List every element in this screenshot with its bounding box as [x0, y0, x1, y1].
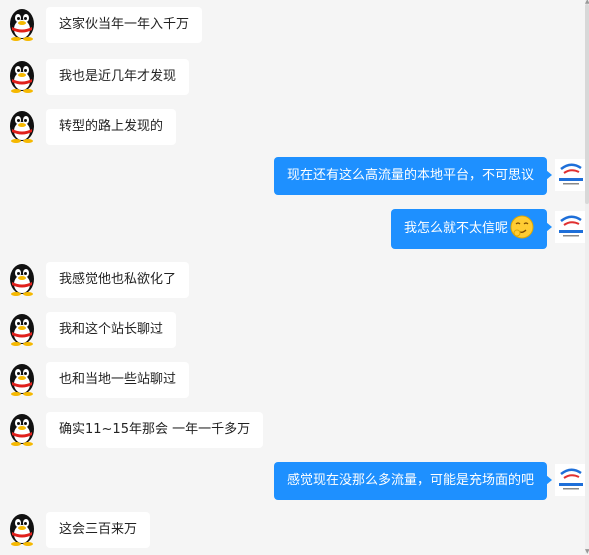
message-bubble[interactable]: 也和当地一些站聊过 — [46, 362, 190, 398]
message-bubble[interactable]: 现在还有这么高流量的本地平台，不可思议 — [273, 157, 553, 195]
message-bubble[interactable]: 这会三百来万 — [46, 512, 151, 548]
penguin-avatar-icon[interactable] — [7, 512, 37, 546]
chat-message-list: 这家伙当年一年入千万 我也是近几年才发现 转型的路上发现的 现在还有这么高流量的… — [0, 0, 589, 554]
penguin-avatar-icon[interactable] — [7, 59, 37, 93]
message-row: 我感觉他也私欲化了 — [0, 260, 589, 300]
penguin-avatar-icon[interactable] — [7, 412, 37, 446]
message-row: 这家伙当年一年入千万 — [0, 5, 589, 45]
message-row: 我和这个站长聊过 — [0, 310, 589, 350]
scroll-down-arrow-icon[interactable]: ▼ — [585, 549, 589, 555]
message-row: 转型的路上发现的 — [0, 107, 589, 147]
penguin-avatar-icon[interactable] — [7, 262, 37, 296]
message-row: 我怎么就不太信呢 — [0, 207, 589, 249]
message-row: 这会三百来万 — [0, 510, 589, 550]
penguin-avatar-icon[interactable] — [7, 109, 37, 143]
company-logo-avatar-icon[interactable] — [555, 159, 587, 191]
penguin-avatar-icon[interactable] — [7, 362, 37, 396]
message-row: 现在还有这么高流量的本地平台，不可思议 — [0, 155, 589, 195]
message-bubble[interactable]: 我怎么就不太信呢 — [390, 209, 553, 249]
message-bubble[interactable]: 确实11~15年那会 一年一千多万 — [46, 412, 264, 448]
penguin-avatar-icon[interactable] — [7, 312, 37, 346]
message-row: 感觉现在没那么多流量，可能是充场面的吧 — [0, 460, 589, 500]
vertical-scrollbar[interactable]: ▲ ▼ — [585, 0, 589, 555]
message-text: 我怎么就不太信呢 — [403, 221, 508, 236]
message-bubble[interactable]: 转型的路上发现的 — [46, 109, 177, 145]
company-logo-avatar-icon[interactable] — [555, 211, 587, 243]
company-logo-avatar-icon[interactable] — [555, 464, 587, 496]
message-bubble[interactable]: 感觉现在没那么多流量，可能是充场面的吧 — [273, 462, 553, 500]
message-row: 我也是近几年才发现 — [0, 57, 589, 97]
message-bubble[interactable]: 我也是近几年才发现 — [46, 59, 190, 95]
message-bubble[interactable]: 我和这个站长聊过 — [46, 312, 177, 348]
message-bubble[interactable]: 这家伙当年一年入千万 — [46, 7, 203, 43]
scrollbar-thumb[interactable] — [585, 4, 589, 204]
message-bubble[interactable]: 我感觉他也私欲化了 — [46, 262, 190, 298]
message-row: 确实11~15年那会 一年一千多万 — [0, 410, 589, 450]
smirk-emoji-icon — [510, 215, 534, 238]
message-row: 也和当地一些站聊过 — [0, 360, 589, 400]
penguin-avatar-icon[interactable] — [7, 7, 37, 41]
